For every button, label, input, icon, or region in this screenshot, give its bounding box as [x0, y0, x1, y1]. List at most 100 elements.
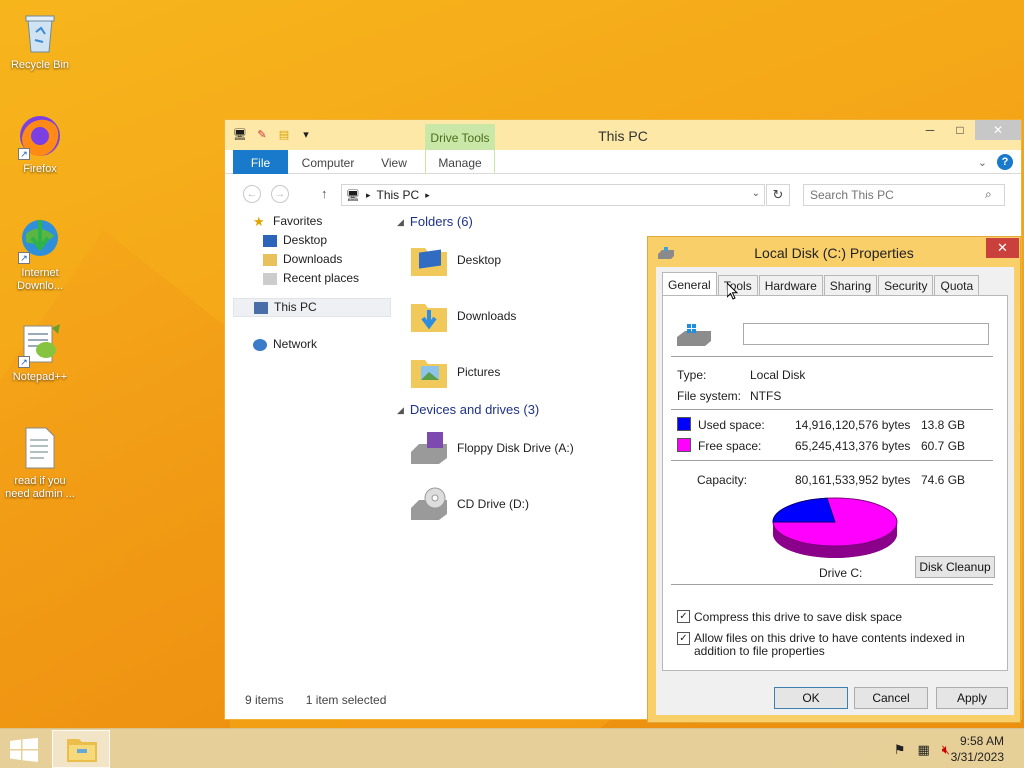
- shortcut-arrow-icon: ↗: [18, 148, 30, 160]
- tab-computer[interactable]: Computer: [293, 150, 363, 174]
- apply-button[interactable]: Apply: [936, 687, 1008, 709]
- folder-item-downloads[interactable]: Downloads: [397, 288, 657, 344]
- tab-sharing[interactable]: Sharing: [823, 275, 878, 295]
- help-icon[interactable]: ?: [997, 154, 1013, 170]
- nav-favorites[interactable]: ★ Favorites: [233, 212, 391, 231]
- clock[interactable]: 9:58 AM 3/31/2023: [951, 733, 1004, 765]
- desktop-icon-recycle-bin[interactable]: Recycle Bin: [2, 8, 78, 72]
- taskbar-file-explorer[interactable]: [52, 730, 110, 768]
- clock-time: 9:58 AM: [959, 734, 1004, 748]
- address-bar[interactable]: 🖥 ▸ This PC ▸ ⌄: [341, 184, 765, 206]
- properties-dialog: Local Disk (C:) Properties ✕ General Too…: [647, 236, 1021, 723]
- group-header-devices[interactable]: ◢ Devices and drives (3): [397, 400, 657, 420]
- nav-this-pc[interactable]: This PC: [233, 298, 391, 317]
- nav-downloads[interactable]: Downloads: [233, 250, 391, 269]
- tab-general[interactable]: General: [662, 272, 717, 296]
- clock-date: 3/31/2023: [950, 750, 1004, 764]
- divider: [671, 460, 993, 461]
- navigation-pane: ★ Favorites Desktop Downloads Recent plac…: [233, 212, 391, 354]
- recent-places-icon: [263, 272, 277, 285]
- item-count: 9 items: [245, 693, 284, 707]
- file-explorer-icon: [67, 739, 97, 762]
- desktop-folder-icon: [409, 242, 449, 278]
- back-button[interactable]: ←: [243, 185, 261, 203]
- compress-label: Compress this drive to save disk space: [694, 610, 903, 624]
- search-input[interactable]: [803, 184, 1005, 206]
- tab-hardware[interactable]: Hardware: [758, 275, 823, 295]
- start-button[interactable]: [10, 738, 38, 762]
- up-arrow-icon[interactable]: ↑: [321, 186, 328, 201]
- disk-drive-icon: [677, 324, 711, 349]
- desktop-icon-label: Firefox: [23, 163, 57, 175]
- desktop-icon: [263, 234, 277, 247]
- volume-label-input[interactable]: [743, 323, 989, 345]
- volume-muted-icon[interactable]: 🔇︎: [942, 742, 950, 758]
- device-item-floppy[interactable]: Floppy Disk Drive (A:): [397, 420, 657, 476]
- close-button[interactable]: ✕: [975, 120, 1021, 140]
- index-checkbox[interactable]: ✓: [677, 632, 690, 645]
- taskbar: ⚑ ▦ 🔇︎ 9:58 AM 3/31/2023: [0, 728, 1024, 768]
- content-pane: ◢ Folders (6) Desktop Downloads Pictures …: [397, 212, 657, 532]
- type-label: Type:: [677, 368, 707, 382]
- pictures-folder-icon: [409, 354, 449, 390]
- desktop-icon-notepad-plus-plus[interactable]: ↗ Notepad++: [2, 320, 78, 384]
- free-space-label: Free space:: [698, 439, 762, 453]
- chevron-down-icon[interactable]: ⌄: [752, 188, 760, 199]
- collapse-triangle-icon: ◢: [397, 217, 404, 227]
- folder-item-desktop[interactable]: Desktop: [397, 232, 657, 288]
- breadcrumb-this-pc[interactable]: This PC: [377, 188, 420, 202]
- notepad-plus-plus-icon: ↗: [16, 320, 64, 368]
- maximize-button[interactable]: □: [945, 120, 975, 140]
- nav-network[interactable]: Network: [233, 335, 391, 354]
- compress-checkbox[interactable]: ✓: [677, 610, 690, 623]
- nav-recent-places[interactable]: Recent places: [233, 269, 391, 288]
- nav-desktop[interactable]: Desktop: [233, 231, 391, 250]
- desktop-icon-internet-download-manager[interactable]: ↗ Internet Downlo...: [2, 216, 78, 293]
- tab-view[interactable]: View: [365, 150, 423, 174]
- explorer-titlebar[interactable]: 🖥 ✎ ▤ ▾ Drive Tools This PC ─ □ ✕: [225, 120, 1021, 150]
- cancel-button[interactable]: Cancel: [854, 687, 928, 709]
- used-space-label: Used space:: [698, 418, 765, 432]
- text-file-icon: [16, 424, 64, 472]
- desktop-icon-label: Recycle Bin: [10, 59, 70, 71]
- general-tab-panel: Type: Local Disk File system: NTFS Used …: [662, 295, 1008, 671]
- ok-button[interactable]: OK: [774, 687, 848, 709]
- downloads-folder-icon: [409, 298, 449, 334]
- drive-label: Drive C:: [819, 566, 863, 580]
- network-icon: [253, 338, 267, 351]
- dialog-titlebar[interactable]: Local Disk (C:) Properties ✕: [648, 237, 1020, 265]
- computer-icon: 🖥: [346, 189, 360, 202]
- minimize-button[interactable]: ─: [915, 120, 945, 140]
- dialog-close-button[interactable]: ✕: [986, 238, 1019, 258]
- ribbon-tabs: File Computer View Manage ⌄ ?: [225, 150, 1021, 174]
- device-item-cd-drive[interactable]: CD Drive (D:): [397, 476, 657, 532]
- breadcrumb-separator-icon: ▸: [365, 189, 371, 200]
- desktop-icon-text-file[interactable]: read if you need admin ...: [2, 424, 78, 501]
- used-space-gb: 13.8 GB: [921, 418, 966, 432]
- tab-quota[interactable]: Quota: [934, 275, 980, 295]
- firefox-icon: ↗: [16, 112, 64, 160]
- collapse-triangle-icon: ◢: [397, 405, 404, 415]
- network-icon[interactable]: ▦: [918, 742, 930, 758]
- disk-usage-pie: [771, 492, 899, 565]
- desktop-icon-firefox[interactable]: ↗ Firefox: [2, 112, 78, 176]
- expand-ribbon-icon[interactable]: ⌄: [978, 156, 987, 169]
- tab-security[interactable]: Security: [878, 275, 934, 295]
- tab-manage[interactable]: Manage: [425, 150, 495, 174]
- refresh-button[interactable]: ↻: [766, 184, 790, 206]
- selection-count: 1 item selected: [305, 693, 387, 707]
- address-row: ← → ↑ 🖥 ▸ This PC ▸ ⌄ ↻ ⌕: [225, 174, 1021, 212]
- tab-file[interactable]: File: [233, 150, 288, 174]
- group-header-folders[interactable]: ◢ Folders (6): [397, 212, 657, 232]
- action-center-flag-icon[interactable]: ⚑: [894, 742, 906, 758]
- search-icon[interactable]: ⌕: [985, 187, 992, 202]
- forward-button[interactable]: →: [271, 185, 289, 203]
- system-tray: ⚑ ▦ 🔇︎: [894, 742, 950, 758]
- windows-logo-icon: [10, 738, 38, 762]
- used-space-bytes: 14,916,120,576 bytes: [795, 418, 911, 432]
- floppy-drive-icon: [409, 430, 449, 466]
- free-space-bytes: 65,245,413,376 bytes: [795, 439, 911, 453]
- folder-item-pictures[interactable]: Pictures: [397, 344, 657, 400]
- disk-cleanup-button[interactable]: Disk Cleanup: [915, 556, 995, 578]
- free-space-gb: 60.7 GB: [921, 439, 966, 453]
